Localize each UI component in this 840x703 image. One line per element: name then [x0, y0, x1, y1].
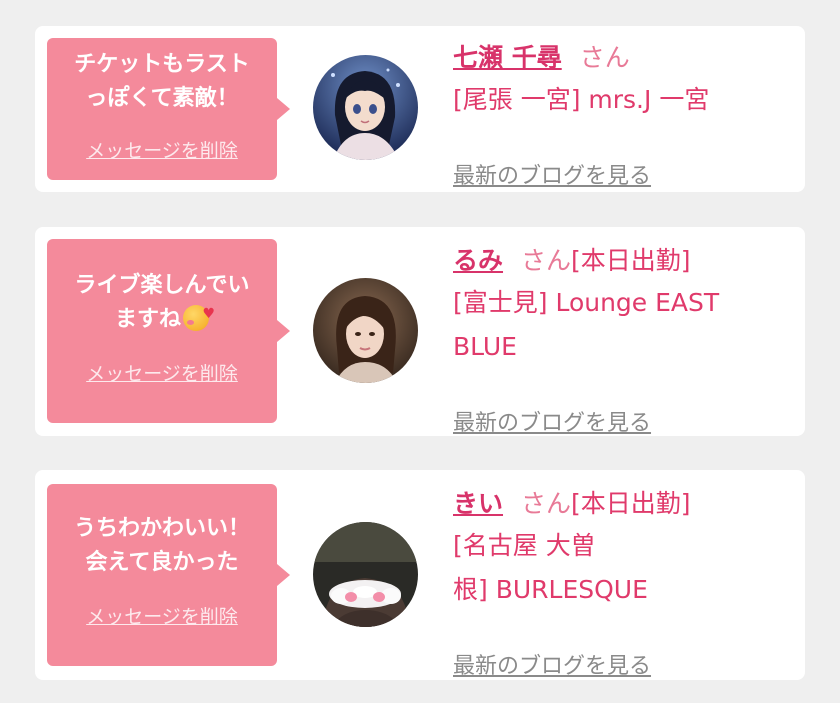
message-line: ますね	[114, 307, 181, 332]
message-line: うちわかわいい！	[73, 516, 250, 541]
delete-message-link[interactable]: メッセージを削除	[47, 602, 277, 629]
shop-line: [名古屋 大曽	[453, 531, 596, 560]
profile-info: るみ さん[本日出勤] [富士見] Lounge EAST BLUE 最新のブログ…	[453, 243, 783, 436]
message-line-with-emoji: ますね	[57, 297, 267, 337]
message-line: っぽくて素敵！	[85, 86, 239, 111]
name-row: きい さん[本日出勤]	[453, 486, 783, 524]
avatar-photo-2	[313, 278, 418, 383]
avatar[interactable]	[313, 55, 418, 160]
name-row: 七瀬 千尋 さん	[453, 40, 783, 78]
message-card: ライブ楽しんでい ますね メッセージを削除	[35, 227, 805, 436]
profile-info: 七瀬 千尋 さん [尾張 一宮] mrs.J 一宮 最新のブログを見る	[453, 40, 783, 189]
shop-line: [富士見] Lounge EAST	[453, 288, 720, 317]
delete-message-link[interactable]: メッセージを削除	[47, 136, 277, 163]
shop-line: BLUE	[453, 332, 517, 361]
shop-info: [富士見] Lounge EAST BLUE	[453, 281, 783, 369]
shop-info: [名古屋 大曽 根] BURLESQUE	[453, 524, 783, 612]
attendance-badge: [本日出勤]	[571, 489, 691, 518]
honorific: さん	[521, 246, 572, 275]
delete-message-link[interactable]: メッセージを削除	[47, 359, 277, 386]
profile-info: きい さん[本日出勤] [名古屋 大曽 根] BURLESQUE 最新のブログを見…	[453, 486, 783, 679]
profile-name-link[interactable]: きい	[453, 489, 503, 518]
honorific: さん	[579, 43, 630, 72]
avatar-photo-3	[313, 522, 418, 627]
latest-blog-link[interactable]: 最新のブログを見る	[453, 158, 651, 190]
message-bubble: チケットもラスト っぽくて素敵！ メッセージを削除	[47, 38, 290, 180]
avatar[interactable]	[313, 278, 418, 383]
avatar-photo-1	[313, 55, 418, 160]
shop-info: [尾張 一宮] mrs.J 一宮	[453, 78, 783, 122]
avatar[interactable]	[313, 522, 418, 627]
profile-name-link[interactable]: 七瀬 千尋	[453, 43, 562, 72]
shop-line: 根] BURLESQUE	[453, 575, 648, 604]
message-card: チケットもラスト っぽくて素敵！ メッセージを削除 七瀬 千尋 さん [尾張 一…	[35, 26, 805, 192]
message-text: ライブ楽しんでい ますね	[47, 269, 277, 337]
message-bubble: うちわかわいい！ 会えて良かった メッセージを削除	[47, 484, 290, 666]
message-line: ライブ楽しんでい	[74, 273, 250, 298]
message-line: チケットもラスト	[74, 52, 250, 77]
message-list: チケットもラスト っぽくて素敵！ メッセージを削除 七瀬 千尋 さん [尾張 一…	[0, 0, 840, 703]
message-text: チケットもラスト っぽくて素敵！	[47, 48, 277, 116]
latest-blog-link[interactable]: 最新のブログを見る	[453, 405, 651, 437]
shop-line: [尾張 一宮] mrs.J 一宮	[453, 85, 710, 114]
latest-blog-link[interactable]: 最新のブログを見る	[453, 648, 651, 680]
smiling-face-with-hearts-icon	[183, 297, 215, 331]
message-card: うちわかわいい！ 会えて良かった メッセージを削除 きい さん[本日出勤] [名…	[35, 470, 805, 680]
honorific: さん	[521, 489, 572, 518]
name-row: るみ さん[本日出勤]	[453, 243, 783, 281]
message-line: 会えて良かった	[85, 550, 239, 575]
profile-name-link[interactable]: るみ	[453, 246, 503, 275]
message-text: うちわかわいい！ 会えて良かった	[47, 512, 277, 580]
message-bubble: ライブ楽しんでい ますね メッセージを削除	[47, 239, 290, 423]
attendance-badge: [本日出勤]	[571, 246, 691, 275]
